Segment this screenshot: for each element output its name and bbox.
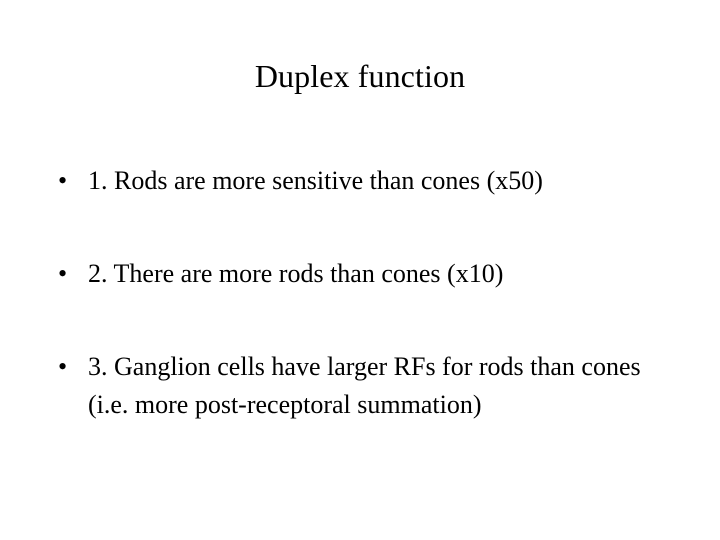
presentation-slide: Duplex function • 1. Rods are more sensi…: [0, 0, 720, 540]
bullet-list-item: • 1. Rods are more sensitive than cones …: [58, 162, 678, 200]
bullet-item-text: 2. There are more rods than cones (x10): [88, 259, 504, 288]
bullet-item-text: 1. Rods are more sensitive than cones (x…: [88, 166, 543, 195]
slide-title: Duplex function: [254, 58, 466, 95]
bullet-point-icon: •: [58, 352, 68, 381]
bullet-point-icon: •: [58, 259, 68, 288]
bullet-list-item: • 3. Ganglion cells have larger RFs for …: [58, 348, 678, 424]
bullet-point-icon: •: [58, 166, 68, 195]
bullet-item-text: 3. Ganglion cells have larger RFs for ro…: [88, 352, 641, 419]
slide-body-content: • 1. Rods are more sensitive than cones …: [58, 162, 678, 424]
bullet-list-item: • 2. There are more rods than cones (x10…: [58, 255, 678, 293]
